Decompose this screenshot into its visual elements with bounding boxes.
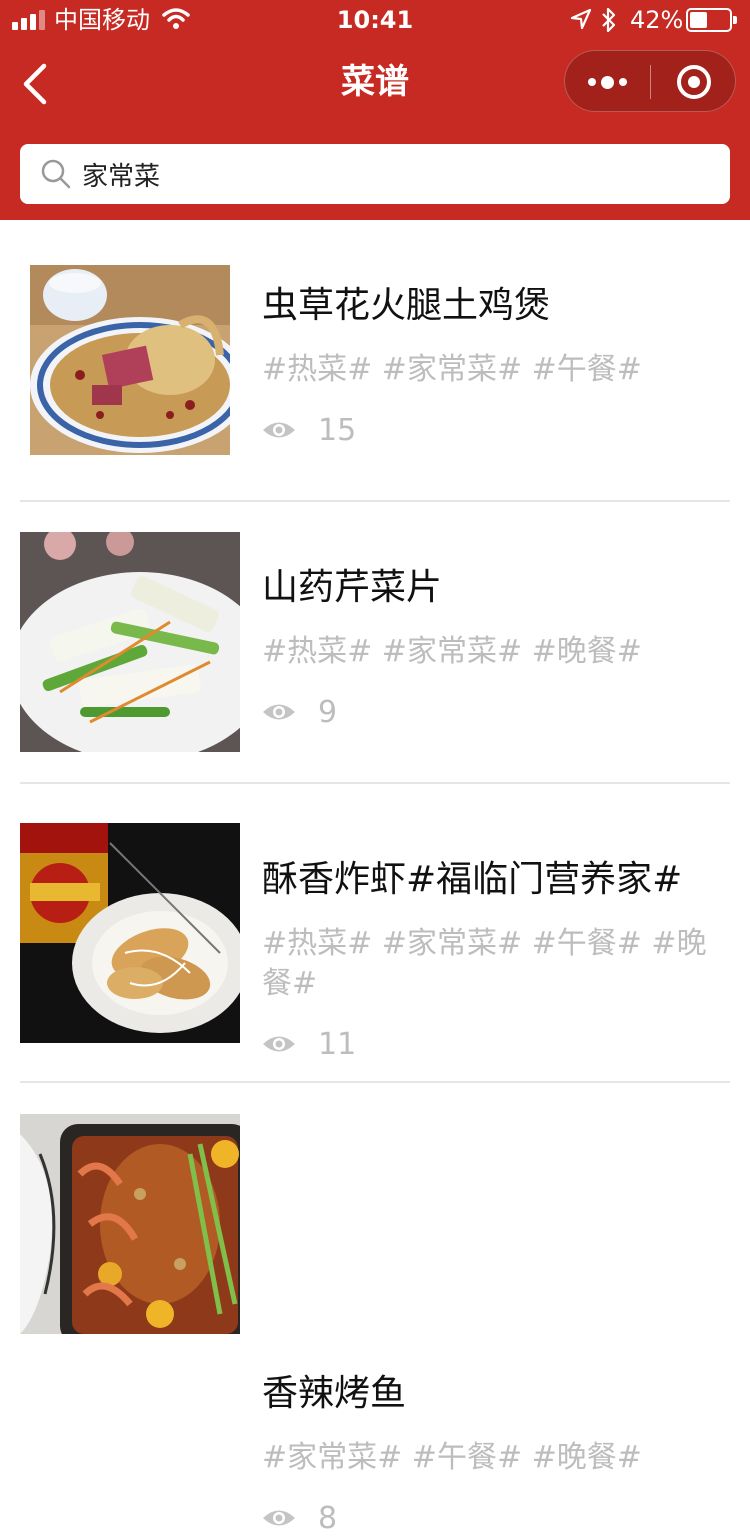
recipe-title: 香辣烤鱼 — [262, 1373, 407, 1414]
recipe-title: 酥香炸虾#福临门营养家# — [262, 859, 683, 900]
eye-icon — [263, 422, 295, 438]
more-button[interactable] — [565, 51, 650, 113]
recipe-item[interactable]: 虫草花火腿土鸡煲 #热菜# #家常菜# #午餐# 15 — [0, 220, 750, 502]
recipe-info: 酥香炸虾#福临门营养家# #热菜# #家常菜# #午餐# #晚餐# 11 — [262, 858, 730, 1064]
mini-program-capsule — [564, 50, 736, 112]
location-arrow-icon — [570, 8, 592, 30]
fried-shrimp-photo — [20, 823, 240, 1043]
app-header: 中国移动 10:41 42% 菜谱 — [0, 0, 750, 220]
view-count: 8 — [262, 1498, 730, 1538]
search-icon — [41, 159, 71, 189]
close-mini-program-button[interactable] — [651, 51, 737, 113]
target-icon — [677, 65, 711, 99]
recipe-item[interactable]: 酥香炸虾#福临门营养家# #热菜# #家常菜# #午餐# #晚餐# 11 — [0, 784, 750, 1082]
eye-icon — [263, 1510, 295, 1526]
recipe-title: 虫草花火腿土鸡煲 — [262, 285, 551, 326]
view-count-value: 9 — [318, 694, 338, 730]
yam-celery-photo — [20, 532, 240, 752]
recipe-title: 山药芹菜片 — [262, 567, 443, 608]
view-count-value: 11 — [318, 1026, 357, 1062]
eye-icon — [263, 1036, 295, 1052]
recipe-tags: #热菜# #家常菜# #午餐# #晚餐# — [262, 926, 707, 1001]
recipe-tags: #家常菜# #午餐# #晚餐# — [262, 1440, 642, 1475]
recipe-tags: #热菜# #家常菜# #晚餐# — [262, 634, 642, 669]
recipe-tags: #热菜# #家常菜# #午餐# — [262, 352, 642, 387]
battery-icon — [686, 8, 737, 32]
view-count: 15 — [262, 410, 730, 450]
grilled-fish-photo — [20, 1114, 240, 1334]
bluetooth-icon — [602, 7, 616, 33]
battery-percent: 42% — [630, 6, 684, 34]
recipe-item[interactable]: 山药芹菜片 #热菜# #家常菜# #晚餐# 9 — [0, 502, 750, 784]
recipe-info: 香辣烤鱼 #家常菜# #午餐# #晚餐# 8 — [262, 1372, 730, 1538]
view-count: 9 — [262, 692, 730, 732]
status-bar: 中国移动 10:41 42% — [0, 0, 750, 40]
view-count: 11 — [262, 1024, 730, 1064]
recipe-info: 虫草花火腿土鸡煲 #热菜# #家常菜# #午餐# 15 — [262, 284, 730, 450]
recipe-item[interactable] — [0, 1083, 750, 1334]
eye-icon — [263, 704, 295, 720]
view-count-value: 15 — [318, 412, 357, 448]
recipe-info: 山药芹菜片 #热菜# #家常菜# #晚餐# 9 — [262, 566, 730, 732]
chicken-soup-photo — [30, 265, 230, 455]
view-count-value: 8 — [318, 1500, 338, 1536]
search-bar[interactable] — [20, 144, 730, 204]
search-input[interactable] — [82, 152, 702, 196]
